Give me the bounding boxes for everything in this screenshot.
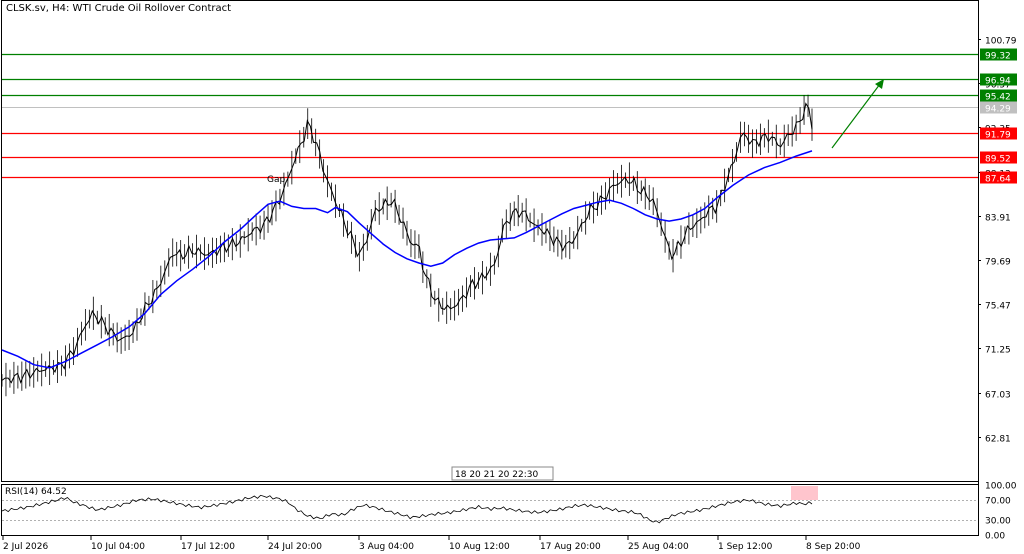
price-tick-label: 75.47 (985, 302, 1011, 312)
level-tag-label: 89.52 (985, 155, 1011, 165)
rsi-highlight-box (791, 486, 818, 500)
levels-layer: Gap (2, 53, 978, 185)
gap-annotation: Gap (267, 175, 285, 185)
time-tick-label: 3 Aug 04:00 (359, 542, 414, 552)
time-tick-label: 2 Jul 2026 (3, 542, 48, 552)
price-tick-label: 62.81 (985, 435, 1011, 445)
chart-canvas[interactable]: Gap 100.7996.5792.3588.1383.9179.6975.47… (0, 0, 1024, 554)
level-tag-label: 95.42 (985, 93, 1011, 103)
price-tick-label: 83.91 (985, 214, 1011, 224)
price-tick-label: 71.25 (985, 346, 1011, 356)
price-tick-label: 67.03 (985, 391, 1011, 401)
projection-arrowhead-icon (875, 79, 884, 89)
rsi-tick-label: 100.00 (985, 482, 1017, 492)
time-scroll-label: 18 20 21 20 22:30 (455, 470, 538, 480)
time-tick-label: 24 Jul 20:00 (268, 542, 322, 552)
main-panel-frame (1, 0, 979, 482)
rsi-axis: 100.00 70.00 30.00 0.00 (985, 482, 1017, 542)
rsi-tick-label: 70.00 (985, 497, 1011, 507)
level-tag-label: 87.64 (985, 175, 1011, 185)
rsi-tick-label: 0.00 (985, 532, 1005, 542)
time-tick-label: 10 Jul 04:00 (91, 542, 145, 552)
level-tags: 99.32 96.94 95.42 91.79 89.52 87.64 94.29 (980, 48, 1017, 185)
current-price-label: 94.29 (985, 105, 1011, 115)
price-tick-label: 79.69 (985, 258, 1011, 268)
rsi-panel-frame (1, 484, 979, 536)
level-tag-label: 91.79 (985, 131, 1011, 141)
time-tick-label: 1 Sep 12:00 (718, 542, 773, 552)
time-tick-label: 17 Jul 12:00 (181, 542, 235, 552)
rsi-tick-label: 30.00 (985, 517, 1011, 527)
price-tick-label: 100.79 (985, 37, 1017, 47)
rsi-series-line (1, 494, 813, 524)
rsi-grid (2, 500, 978, 521)
time-tick-label: 25 Aug 04:00 (628, 542, 689, 552)
candles-layer (1, 94, 813, 397)
time-tick-label: 17 Aug 20:00 (540, 542, 601, 552)
projection-arrow-icon (831, 83, 881, 149)
time-axis: 2 Jul 2026 10 Jul 04:00 17 Jul 12:00 24 Jul… (2, 536, 861, 552)
moving-average-line (1, 150, 813, 369)
level-tag-label: 96.94 (985, 77, 1011, 87)
level-tag-label: 99.32 (985, 52, 1011, 62)
time-tick-label: 8 Sep 20:00 (806, 542, 861, 552)
time-tick-label: 10 Aug 12:00 (449, 542, 510, 552)
